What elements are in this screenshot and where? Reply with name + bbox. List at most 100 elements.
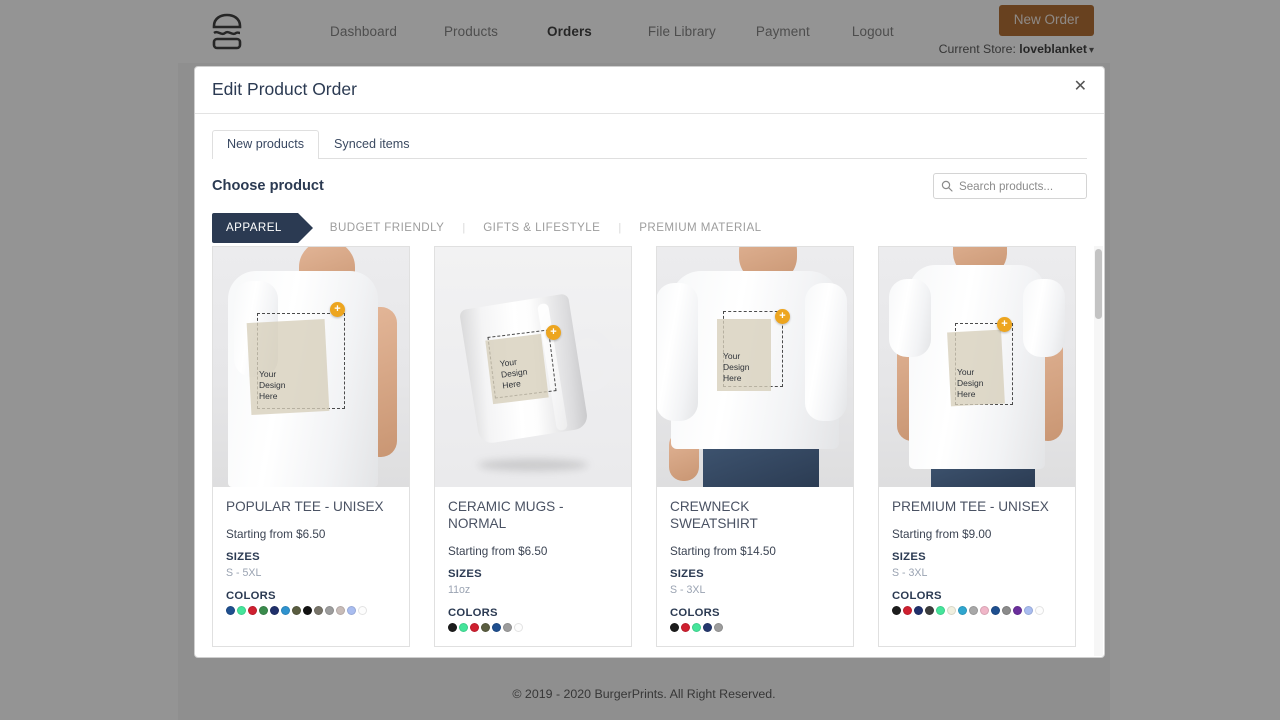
product-grid-scroll-region[interactable]: YourDesignHere + POPULAR TEE - UNISEX St… bbox=[212, 246, 1095, 657]
category-gifts-lifestyle[interactable]: GIFTS & LIFESTYLE bbox=[465, 213, 618, 243]
tab-new-products[interactable]: New products bbox=[212, 130, 319, 159]
tshirt-premium-male-model-mockup: YourDesignHere + bbox=[879, 247, 1075, 487]
product-card-info: CREWNECK SWEATSHIRT Starting from $14.50… bbox=[657, 487, 853, 646]
plus-badge-icon[interactable]: + bbox=[997, 317, 1012, 332]
sizes-label: SIZES bbox=[892, 551, 1062, 563]
modal-tabs: New products Synced items bbox=[212, 129, 1087, 159]
color-swatch[interactable] bbox=[347, 606, 356, 615]
color-swatch[interactable] bbox=[903, 606, 912, 615]
color-swatch[interactable] bbox=[914, 606, 923, 615]
product-price: Starting from $6.50 bbox=[226, 528, 396, 541]
color-swatches bbox=[892, 606, 1062, 615]
sizes-label: SIZES bbox=[226, 551, 396, 563]
choose-product-title: Choose product bbox=[212, 178, 324, 194]
color-swatch[interactable] bbox=[980, 606, 989, 615]
color-swatch[interactable] bbox=[1024, 606, 1033, 615]
product-card[interactable]: YourDesignHere + CREWNECK SWEATSHIRT Sta… bbox=[656, 246, 854, 647]
close-icon[interactable]: ✕ bbox=[1069, 75, 1092, 99]
color-swatch[interactable] bbox=[692, 623, 701, 632]
color-swatch[interactable] bbox=[925, 606, 934, 615]
color-swatch[interactable] bbox=[1002, 606, 1011, 615]
category-filter-bar: APPAREL BUDGET FRIENDLY | GIFTS & LIFEST… bbox=[212, 213, 1087, 243]
product-price: Starting from $14.50 bbox=[670, 545, 840, 558]
product-grid-scrollbar[interactable] bbox=[1094, 246, 1103, 656]
crewneck-male-model-mockup: YourDesignHere + bbox=[657, 247, 853, 487]
colors-label: COLORS bbox=[670, 607, 840, 619]
scrollbar-thumb[interactable] bbox=[1095, 249, 1102, 319]
product-card[interactable]: YourDesignHere + CERAMIC MUGS - NORMAL S… bbox=[434, 246, 632, 647]
color-swatch[interactable] bbox=[270, 606, 279, 615]
product-card[interactable]: YourDesignHere + POPULAR TEE - UNISEX St… bbox=[212, 246, 410, 647]
tab-synced-items[interactable]: Synced items bbox=[319, 130, 425, 159]
search-products-wrap bbox=[933, 173, 1087, 199]
product-card-info: PREMIUM TEE - UNISEX Starting from $9.00… bbox=[879, 487, 1075, 629]
product-card[interactable]: YourDesignHere + PREMIUM TEE - UNISEX St… bbox=[878, 246, 1076, 647]
colors-label: COLORS bbox=[448, 607, 618, 619]
plus-badge-icon[interactable]: + bbox=[775, 309, 790, 324]
product-mockup-image: YourDesignHere + bbox=[657, 247, 853, 487]
search-products-input[interactable] bbox=[933, 173, 1087, 199]
tshirt-male-model-mockup: YourDesignHere + bbox=[213, 247, 409, 487]
color-swatch[interactable] bbox=[892, 606, 901, 615]
product-name: CERAMIC MUGS - NORMAL bbox=[448, 498, 618, 532]
color-swatch[interactable] bbox=[503, 623, 512, 632]
colors-label: COLORS bbox=[892, 590, 1062, 602]
product-name: POPULAR TEE - UNISEX bbox=[226, 498, 396, 515]
color-swatch[interactable] bbox=[292, 606, 301, 615]
product-sizes: S - 3XL bbox=[892, 567, 1062, 579]
product-name: CREWNECK SWEATSHIRT bbox=[670, 498, 840, 532]
color-swatch[interactable] bbox=[1035, 606, 1044, 615]
product-mockup-image: YourDesignHere + bbox=[213, 247, 409, 487]
color-swatch[interactable] bbox=[259, 606, 268, 615]
edit-product-order-modal: Edit Product Order ✕ New products Synced… bbox=[194, 66, 1105, 658]
color-swatch[interactable] bbox=[714, 623, 723, 632]
category-apparel[interactable]: APPAREL bbox=[212, 213, 298, 243]
modal-header: Edit Product Order ✕ bbox=[195, 67, 1104, 114]
color-swatch[interactable] bbox=[248, 606, 257, 615]
color-swatch[interactable] bbox=[303, 606, 312, 615]
color-swatch[interactable] bbox=[514, 623, 523, 632]
color-swatch[interactable] bbox=[358, 606, 367, 615]
plus-badge-icon[interactable]: + bbox=[330, 302, 345, 317]
color-swatch[interactable] bbox=[325, 606, 334, 615]
color-swatch[interactable] bbox=[936, 606, 945, 615]
ceramic-mug-mockup: YourDesignHere + bbox=[435, 247, 631, 487]
color-swatch[interactable] bbox=[470, 623, 479, 632]
color-swatch[interactable] bbox=[336, 606, 345, 615]
color-swatch[interactable] bbox=[947, 606, 956, 615]
color-swatches bbox=[226, 606, 396, 615]
color-swatches bbox=[448, 623, 618, 632]
product-name: PREMIUM TEE - UNISEX bbox=[892, 498, 1062, 515]
color-swatch[interactable] bbox=[670, 623, 679, 632]
color-swatch[interactable] bbox=[958, 606, 967, 615]
modal-title: Edit Product Order bbox=[212, 79, 357, 100]
colors-label: COLORS bbox=[226, 590, 396, 602]
color-swatch[interactable] bbox=[1013, 606, 1022, 615]
color-swatch[interactable] bbox=[448, 623, 457, 632]
color-swatch[interactable] bbox=[492, 623, 501, 632]
color-swatch[interactable] bbox=[237, 606, 246, 615]
page-root: Dashboard Products Orders File Library P… bbox=[0, 0, 1280, 720]
choose-product-row: Choose product bbox=[212, 173, 1087, 199]
color-swatch[interactable] bbox=[681, 623, 690, 632]
modal-body: New products Synced items Choose product bbox=[195, 114, 1104, 657]
color-swatch[interactable] bbox=[703, 623, 712, 632]
color-swatch[interactable] bbox=[481, 623, 490, 632]
sizes-label: SIZES bbox=[448, 568, 618, 580]
color-swatches bbox=[670, 623, 840, 632]
product-price: Starting from $9.00 bbox=[892, 528, 1062, 541]
product-mockup-image: YourDesignHere + bbox=[435, 247, 631, 487]
category-premium-material[interactable]: PREMIUM MATERIAL bbox=[621, 213, 779, 243]
color-swatch[interactable] bbox=[226, 606, 235, 615]
color-swatch[interactable] bbox=[459, 623, 468, 632]
plus-badge-icon[interactable]: + bbox=[546, 325, 561, 340]
color-swatch[interactable] bbox=[991, 606, 1000, 615]
product-sizes: 11oz bbox=[448, 584, 618, 596]
product-mockup-image: YourDesignHere + bbox=[879, 247, 1075, 487]
product-card-info: POPULAR TEE - UNISEX Starting from $6.50… bbox=[213, 487, 409, 629]
color-swatch[interactable] bbox=[314, 606, 323, 615]
product-sizes: S - 5XL bbox=[226, 567, 396, 579]
color-swatch[interactable] bbox=[969, 606, 978, 615]
color-swatch[interactable] bbox=[281, 606, 290, 615]
category-budget-friendly[interactable]: BUDGET FRIENDLY bbox=[312, 213, 463, 243]
